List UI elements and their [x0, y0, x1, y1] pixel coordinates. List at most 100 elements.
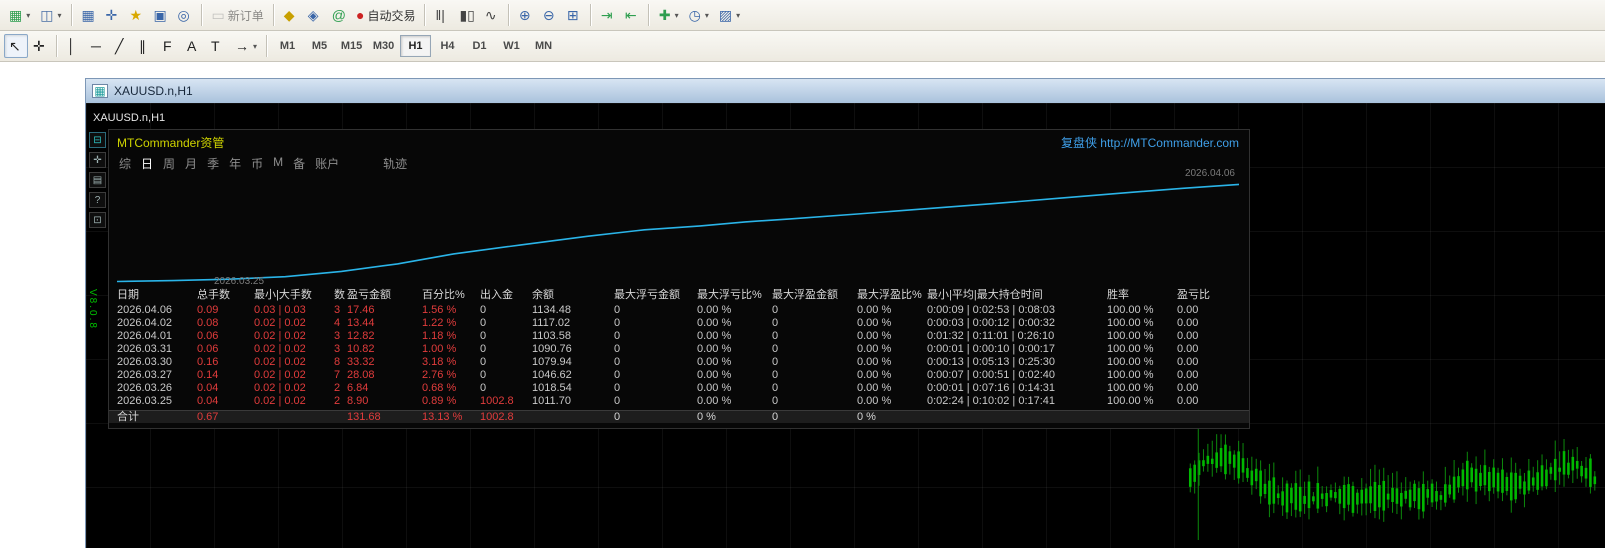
panel-tab-9[interactable]: 备: [293, 155, 305, 172]
shapes-button[interactable]: →▾: [230, 34, 262, 58]
chart-shift-icon: ⇤: [625, 8, 637, 22]
timeframe-m5-button[interactable]: M5: [304, 35, 335, 57]
table-row[interactable]: 2026.03.260.040.02 | 0.0226.840.68 %0101…: [109, 382, 1249, 395]
chart-area[interactable]: XAUUSD.n,H1 ⊟✛▤?⊡ V8.0.8 MTCommander资管 复…: [86, 103, 1605, 548]
templates-button[interactable]: ▨▾: [714, 3, 745, 27]
table-row[interactable]: 2026.03.250.040.02 | 0.0228.900.89 %1002…: [109, 395, 1249, 408]
favorites-button[interactable]: ★: [125, 3, 149, 27]
chart-window-title: XAUUSD.n,H1: [114, 84, 193, 98]
experts-button[interactable]: ◈: [303, 3, 327, 27]
chart-window-titlebar[interactable]: ▦ XAUUSD.n,H1: [86, 79, 1605, 103]
new-order-button[interactable]: ▭新订单: [207, 3, 269, 27]
panel-tab-3[interactable]: 周: [163, 155, 175, 172]
candlestick-button[interactable]: ▮▯: [454, 3, 479, 27]
panel-tab-8[interactable]: M: [273, 155, 283, 172]
table-row[interactable]: 2026.04.060.090.03 | 0.03317.461.56 %011…: [109, 304, 1249, 317]
text-button[interactable]: A: [182, 34, 206, 58]
panel-tab-1[interactable]: 综: [119, 155, 131, 172]
crosshair-button[interactable]: ✛: [28, 34, 52, 58]
table-cell: 2026.03.27: [117, 369, 197, 382]
timeframe-w1-button[interactable]: W1: [496, 35, 527, 57]
panel-tab-10[interactable]: 账户: [315, 155, 339, 172]
table-cell: 0:00:09 | 0:02:53 | 0:08:03: [927, 304, 1107, 317]
profiles-button[interactable]: ◫▾: [35, 3, 66, 27]
table-row[interactable]: 2026.03.270.140.02 | 0.02728.082.76 %010…: [109, 369, 1249, 382]
panel-move-button[interactable]: ✛: [89, 152, 106, 168]
panel-tab-4[interactable]: 月: [185, 155, 197, 172]
zoom-out-button[interactable]: ⊖: [538, 3, 562, 27]
table-cell: 最大浮盈金额: [772, 288, 857, 304]
table-row[interactable]: 2026.03.310.060.02 | 0.02310.821.00 %010…: [109, 343, 1249, 356]
timeframe-m1-button[interactable]: M1: [272, 35, 303, 57]
panel-popup-button[interactable]: ⊡: [89, 212, 106, 228]
table-cell: 0.02 | 0.02: [254, 317, 334, 330]
table-cell: 胜率: [1107, 288, 1177, 304]
tile-windows-button[interactable]: ⊞: [562, 3, 586, 27]
trendline-button[interactable]: ╱: [110, 34, 134, 58]
toolbar-separator: [266, 35, 268, 57]
panel-help-button[interactable]: ?: [89, 192, 106, 208]
zoom-in-button[interactable]: ⊕: [514, 3, 538, 27]
table-cell: 3: [334, 330, 347, 343]
periods-button[interactable]: ◷▾: [684, 3, 714, 27]
table-row[interactable]: 2026.03.300.160.02 | 0.02833.323.18 %010…: [109, 356, 1249, 369]
table-row[interactable]: 2026.04.020.080.02 | 0.02413.441.22 %011…: [109, 317, 1249, 330]
table-cell: 余额: [532, 288, 614, 304]
panel-tab-2[interactable]: 日: [141, 155, 153, 172]
indicators-button[interactable]: ✚▾: [654, 3, 684, 27]
timeframe-m30-button[interactable]: M30: [368, 35, 399, 57]
table-cell: 0.00 %: [697, 343, 772, 356]
table-row[interactable]: 2026.04.010.060.02 | 0.02312.821.18 %011…: [109, 330, 1249, 343]
table-cell: 0.00 %: [857, 369, 927, 382]
line-chart-button[interactable]: ∿: [480, 3, 504, 27]
scripts-button[interactable]: @: [327, 3, 351, 27]
strategy-tester-button[interactable]: ◎: [173, 3, 197, 27]
table-cell: 最大浮亏金额: [614, 288, 697, 304]
table-cell: 0.00: [1177, 330, 1249, 343]
panel-tab-5[interactable]: 季: [207, 155, 219, 172]
table-cell: 0.03 | 0.03: [254, 304, 334, 317]
terminal-button[interactable]: ▣: [149, 3, 173, 27]
table-cell: 1002.8: [480, 395, 532, 408]
timeframe-h1-button[interactable]: H1: [400, 35, 431, 57]
chart-shift-button[interactable]: ⇤: [620, 3, 644, 27]
metaeditor-button[interactable]: ◆: [279, 3, 303, 27]
panel-collapse-button[interactable]: ⊟: [89, 132, 106, 148]
channel-button[interactable]: ∥: [134, 34, 158, 58]
panel-tab-6[interactable]: 年: [229, 155, 241, 172]
panel-tab-11[interactable]: 轨迹: [383, 155, 407, 172]
table-cell: 0.02 | 0.02: [254, 395, 334, 408]
timeframe-h4-button[interactable]: H4: [432, 35, 463, 57]
cursor-button[interactable]: ↖: [4, 34, 28, 58]
horizontal-line-button[interactable]: ─: [86, 34, 110, 58]
timeframe-mn-button[interactable]: MN: [528, 35, 559, 57]
table-cell: 0: [614, 411, 697, 424]
experts-icon: ◈: [308, 8, 319, 22]
table-cell: 100.00 %: [1107, 330, 1177, 343]
table-cell: 0.89 %: [422, 395, 480, 408]
table-cell: 0.04: [197, 395, 254, 408]
autotrading-icon: ●: [356, 8, 364, 22]
panel-tab-7[interactable]: 币: [251, 155, 263, 172]
table-cell: 2: [334, 382, 347, 395]
vertical-line-button[interactable]: │: [62, 34, 86, 58]
panel-brand-link[interactable]: 复盘侠 http://MTCommander.com: [1061, 134, 1239, 151]
toolbar-separator: [56, 35, 58, 57]
table-cell: 0.00: [1177, 369, 1249, 382]
timeframe-d1-button[interactable]: D1: [464, 35, 495, 57]
market-watch-button[interactable]: ▦: [77, 3, 101, 27]
table-cell: 0: [772, 356, 857, 369]
chevron-down-icon: ▾: [26, 11, 30, 20]
new-chart-button[interactable]: ▦▾: [4, 3, 35, 27]
fibonacci-button[interactable]: F: [158, 34, 182, 58]
table-total-row[interactable]: 合计0.67131.6813.13 %1002.800 %00 %: [109, 410, 1249, 423]
panel-list-button[interactable]: ▤: [89, 172, 106, 188]
statistics-table: 日期总手数最小|大手数数盈亏金额百分比%出入金余额最大浮亏金额最大浮亏比%最大浮…: [109, 288, 1249, 423]
autoscroll-button[interactable]: ⇥: [596, 3, 620, 27]
label-button[interactable]: T: [206, 34, 230, 58]
table-cell: 33.32: [347, 356, 422, 369]
navigator-button[interactable]: ✛: [101, 3, 125, 27]
timeframe-m15-button[interactable]: M15: [336, 35, 367, 57]
autotrading-button[interactable]: ●自动交易: [351, 3, 420, 27]
bar-chart-button[interactable]: ‖|: [430, 3, 454, 27]
